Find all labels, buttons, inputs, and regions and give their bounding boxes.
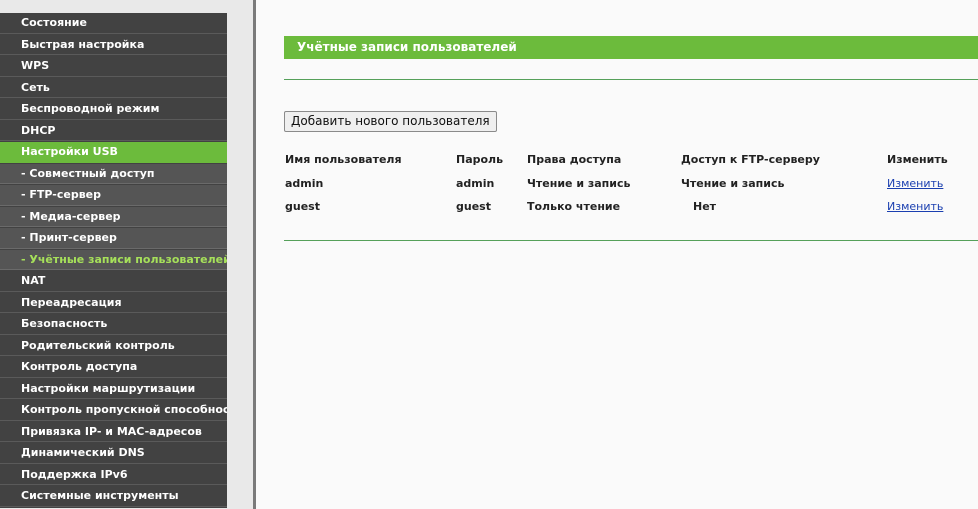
- page-title: Учётные записи пользователей: [284, 36, 978, 59]
- sidebar-item-ipv6[interactable]: Поддержка IPv6: [0, 464, 227, 485]
- sidebar-item-network[interactable]: Сеть: [0, 77, 227, 98]
- row-admin-edit-link[interactable]: Изменить: [887, 177, 943, 190]
- sidebar-item-forwarding[interactable]: Переадресация: [0, 292, 227, 313]
- row-guest-username: guest: [285, 200, 320, 213]
- main-content: Учётные записи пользователей Добавить но…: [256, 0, 978, 509]
- sidebar-item-routing[interactable]: Настройки маршрутизации: [0, 378, 227, 399]
- row-guest-rights: Только чтение: [527, 200, 621, 213]
- page: Состояние Быстрая настройка WPS Сеть Бес…: [0, 0, 978, 509]
- sidebar-menu: Состояние Быстрая настройка WPS Сеть Бес…: [0, 13, 227, 508]
- sidebar-item-access-control[interactable]: Контроль доступа: [0, 357, 227, 378]
- sidebar-item-parental-control[interactable]: Родительский контроль: [0, 335, 227, 356]
- sidebar-item-system-tools[interactable]: Системные инструменты: [0, 486, 227, 507]
- row-admin-password: admin: [456, 177, 495, 190]
- row-admin-rights: Чтение и запись: [527, 177, 631, 190]
- sidebar-subitem-print-server[interactable]: - Принт-сервер: [0, 228, 227, 249]
- sidebar-subitem-ftp-server[interactable]: - FTP-сервер: [0, 185, 227, 206]
- header-access-rights: Права доступа: [527, 153, 622, 166]
- sidebar-item-ip-mac-binding[interactable]: Привязка IP- и MAC-адресов: [0, 421, 227, 442]
- sidebar-item-bandwidth-control[interactable]: Контроль пропускной способности: [0, 400, 227, 421]
- sidebar-item-wps[interactable]: WPS: [0, 56, 227, 77]
- sidebar-item-usb-settings[interactable]: Настройки USB: [0, 142, 227, 163]
- divider-top: [284, 79, 978, 80]
- sidebar-subitem-user-accounts[interactable]: - Учётные записи пользователей: [0, 249, 227, 270]
- sidebar-item-ddns[interactable]: Динамический DNS: [0, 443, 227, 464]
- sidebar-item-wireless[interactable]: Беспроводной режим: [0, 99, 227, 120]
- row-guest-ftp: Нет: [693, 200, 717, 213]
- sidebar: Состояние Быстрая настройка WPS Сеть Бес…: [0, 0, 256, 509]
- row-guest-password: guest: [456, 200, 491, 213]
- divider-bottom: [284, 240, 978, 241]
- sidebar-item-quick-setup[interactable]: Быстрая настройка: [0, 34, 227, 55]
- header-password: Пароль: [456, 153, 504, 166]
- sidebar-item-security[interactable]: Безопасность: [0, 314, 227, 335]
- sidebar-item-dhcp[interactable]: DHCP: [0, 120, 227, 141]
- header-ftp-access: Доступ к FTP-серверу: [681, 153, 820, 166]
- row-admin-username: admin: [285, 177, 324, 190]
- row-guest-edit-link[interactable]: Изменить: [887, 200, 943, 213]
- sidebar-item-status[interactable]: Состояние: [0, 13, 227, 34]
- sidebar-item-nat[interactable]: NAT: [0, 271, 227, 292]
- header-username: Имя пользователя: [285, 153, 402, 166]
- add-user-button[interactable]: Добавить нового пользователя: [284, 111, 497, 132]
- sidebar-subitem-sharing[interactable]: - Совместный доступ: [0, 163, 227, 184]
- sidebar-subitem-media-server[interactable]: - Медиа-сервер: [0, 206, 227, 227]
- header-edit: Изменить: [887, 153, 948, 166]
- row-admin-ftp: Чтение и запись: [681, 177, 785, 190]
